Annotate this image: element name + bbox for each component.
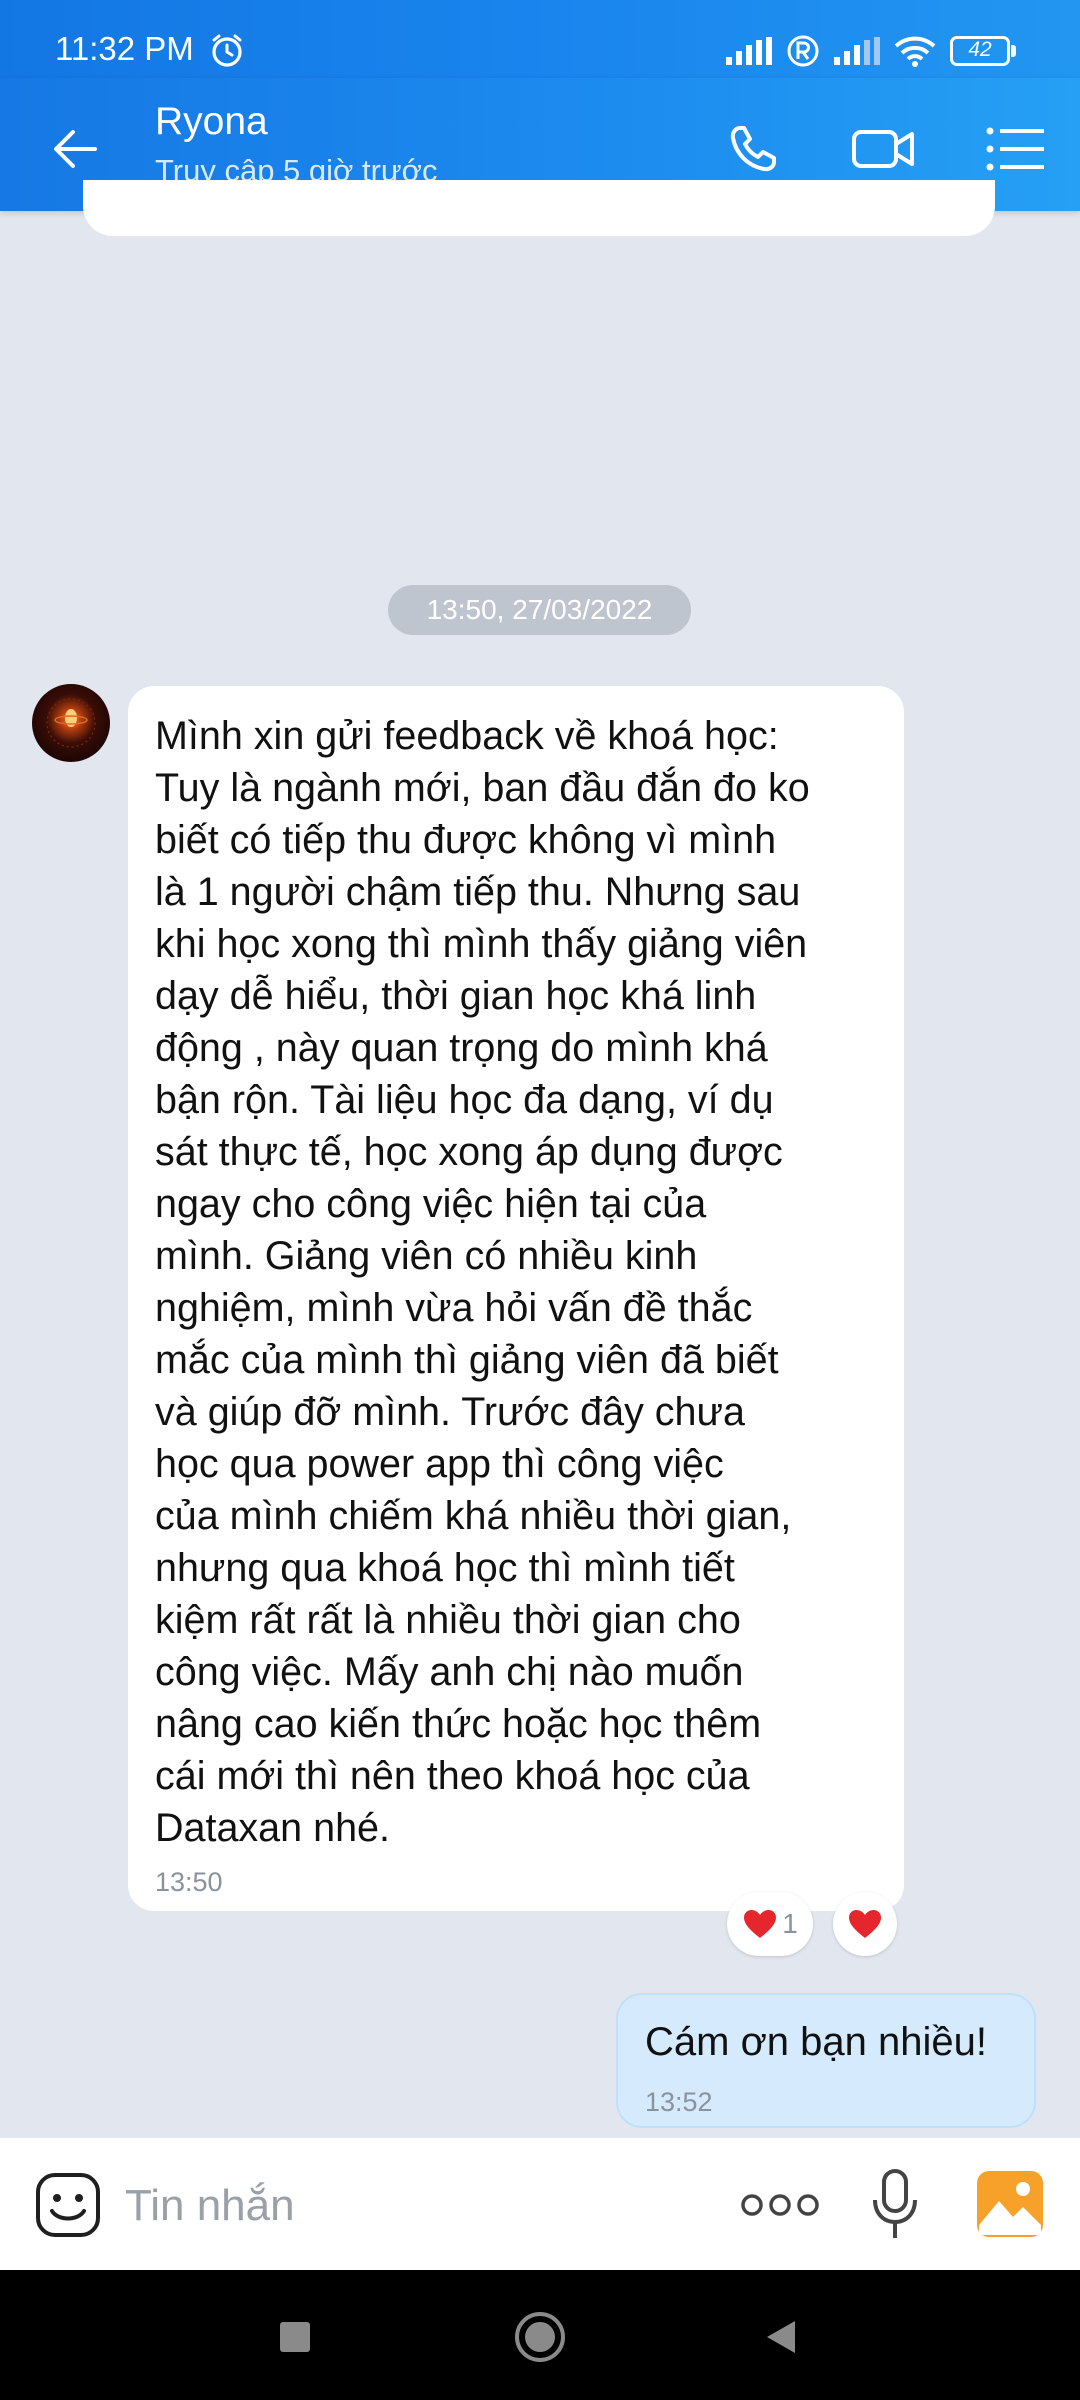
home-icon[interactable] — [513, 2310, 567, 2364]
avatar-image — [46, 698, 96, 748]
back-button[interactable] — [40, 114, 110, 184]
system-nav-bar — [0, 2270, 1080, 2400]
recent-apps-icon[interactable] — [278, 2320, 312, 2354]
outgoing-message-time: 13:52 — [645, 2087, 713, 2117]
wifi-icon — [894, 36, 936, 67]
emoji-icon[interactable] — [34, 2171, 102, 2239]
back-icon[interactable] — [763, 2319, 799, 2355]
contact-name[interactable]: Ryona — [155, 100, 268, 144]
incoming-message-text: Mình xin gửi feedback về khoá học: Tuy l… — [155, 714, 810, 1850]
signal-icon-2 — [834, 37, 880, 65]
alarm-icon — [212, 34, 242, 67]
status-bar: 11:32 PM 42 — [0, 0, 1080, 78]
react-button[interactable] — [833, 1892, 897, 1956]
message-composer — [0, 2137, 1080, 2271]
reaction-summary[interactable]: 1 — [727, 1892, 813, 1956]
reaction-count: 1 — [782, 1908, 798, 1939]
image-icon[interactable] — [975, 2169, 1045, 2239]
date-separator: 13:50, 27/03/2022 — [388, 585, 691, 635]
incoming-message-time: 13:50 — [155, 1867, 223, 1897]
status-icons: 42 — [726, 34, 1016, 68]
menu-list-button[interactable] — [980, 114, 1050, 184]
heart-icon — [849, 1910, 881, 1938]
avatar[interactable] — [32, 684, 110, 762]
status-time: 11:32 PM — [55, 30, 194, 67]
more-icon[interactable] — [740, 2190, 820, 2220]
outgoing-message-text: Cám ơn bạn nhiều! — [645, 2020, 987, 2064]
heart-icon — [744, 1910, 777, 1938]
signal-icon — [726, 37, 772, 65]
battery-icon: 42 — [950, 36, 1016, 66]
message-input[interactable] — [125, 2176, 685, 2236]
previous-message-bubble[interactable] — [83, 180, 995, 236]
video-call-button[interactable] — [848, 114, 918, 184]
battery-level: 42 — [968, 38, 992, 61]
voice-call-button[interactable] — [718, 114, 788, 184]
microphone-icon[interactable] — [870, 2168, 920, 2242]
roaming-icon — [787, 35, 819, 67]
